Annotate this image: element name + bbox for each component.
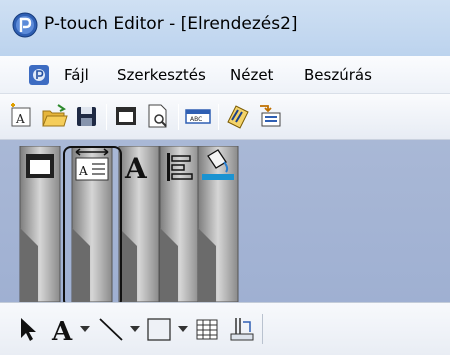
- svg-text:A: A: [124, 152, 148, 185]
- highlight-box: [63, 146, 122, 308]
- palette-strip-text[interactable]: A: [117, 146, 161, 302]
- ptouch-editor-window: P-touch Editor - [Elrendezés2] Fájl Szer…: [0, 0, 450, 355]
- menu-item-szerkesztes[interactable]: Szerkesztés: [117, 66, 206, 84]
- palette-strip-window[interactable]: [18, 146, 62, 302]
- menu-item-beszuras[interactable]: Beszúrás: [304, 66, 372, 84]
- line-tool-icon[interactable]: [96, 314, 126, 344]
- text-tool-icon[interactable]: A: [48, 314, 78, 344]
- print-preview-icon[interactable]: [144, 102, 172, 130]
- chevron-down-icon[interactable]: [176, 314, 190, 344]
- open-folder-icon[interactable]: [40, 102, 68, 130]
- main-toolbar: A ABC: [0, 94, 450, 140]
- chevron-down-icon[interactable]: [78, 314, 92, 344]
- svg-text:A: A: [51, 317, 73, 344]
- save-icon[interactable]: [72, 102, 100, 130]
- chevron-down-icon[interactable]: [128, 314, 142, 344]
- menu-item-nezet[interactable]: Nézet: [230, 66, 273, 84]
- toolbar-separator: [178, 104, 179, 130]
- transfer-icon[interactable]: [256, 102, 284, 130]
- svg-text:ABC: ABC: [190, 116, 202, 123]
- rectangle-tool-icon[interactable]: [144, 314, 174, 344]
- ptouch-editor-app-icon: [12, 12, 38, 38]
- database-icon[interactable]: [224, 102, 252, 130]
- select-arrow-icon[interactable]: [16, 314, 46, 344]
- palette-strip-fill[interactable]: [196, 146, 240, 302]
- new-layout-icon[interactable]: A: [8, 102, 36, 130]
- menu-bar: Fájl Szerkesztés Nézet Beszúrás: [0, 56, 450, 94]
- label-format-icon[interactable]: ABC: [184, 102, 212, 130]
- toolbar-separator: [218, 104, 219, 130]
- drawing-toolbar: A: [0, 302, 450, 355]
- barcode-tool-icon[interactable]: [226, 314, 256, 344]
- toolbar-separator: [106, 104, 107, 130]
- document-icon[interactable]: [28, 64, 50, 86]
- window-title: P-touch Editor - [Elrendezés2]: [44, 14, 298, 34]
- toolbar-separator: [262, 314, 263, 344]
- print-icon[interactable]: [112, 102, 140, 130]
- table-tool-icon[interactable]: [192, 314, 222, 344]
- title-bar: P-touch Editor - [Elrendezés2]: [0, 0, 450, 56]
- menu-item-fajl[interactable]: Fájl: [64, 66, 89, 84]
- svg-text:A: A: [15, 112, 25, 126]
